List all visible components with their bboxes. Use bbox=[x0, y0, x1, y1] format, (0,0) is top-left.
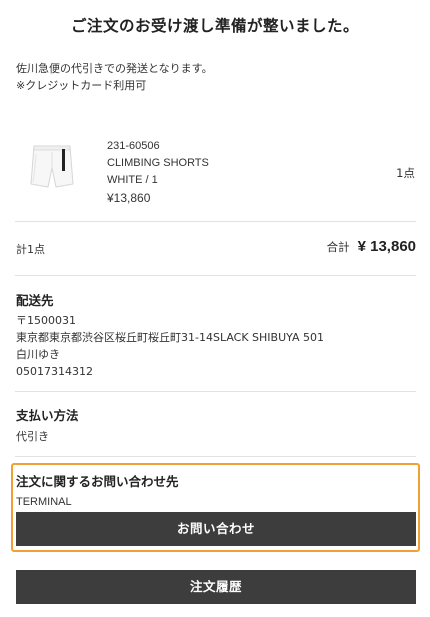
recipient-phone: 05017314312 bbox=[16, 365, 93, 378]
divider bbox=[15, 456, 416, 457]
product-quantity: 1点 bbox=[396, 166, 415, 180]
total-amount: ¥ 13,860 bbox=[357, 238, 416, 255]
shipping-note: 佐川急便の代引きでの発送となります。 ※クレジットカード利用可 bbox=[16, 60, 213, 94]
recipient-name: 白川ゆき bbox=[16, 348, 60, 361]
page-title: ご注文のお受け渡し準備が整いました。 bbox=[70, 17, 359, 35]
delivery-address-block: 〒1500031 東京都東京都渋谷区桜丘町桜丘町31-14SLACK SHIBU… bbox=[16, 312, 324, 380]
divider bbox=[15, 221, 416, 222]
item-count: 計1点 bbox=[16, 243, 45, 256]
postal-code: 〒1500031 bbox=[16, 314, 76, 327]
product-image[interactable] bbox=[24, 140, 80, 194]
total-label: 合計 bbox=[326, 240, 350, 254]
order-history-button[interactable]: 注文履歴 bbox=[16, 570, 416, 604]
delivery-address: 東京都東京都渋谷区桜丘町桜丘町31-14SLACK SHIBUYA 501 bbox=[16, 331, 325, 344]
payment-method: 代引き bbox=[16, 430, 49, 443]
inquiry-company: TERMINAL bbox=[16, 496, 72, 508]
delivery-heading: 配送先 bbox=[16, 293, 54, 308]
product-info: 231-60506 CLIMBING SHORTS WHITE / 1 ¥13,… bbox=[107, 138, 209, 207]
divider bbox=[15, 391, 416, 392]
product-price: ¥13,860 bbox=[107, 191, 151, 205]
shipping-method-text: 佐川急便の代引きでの発送となります。 bbox=[16, 62, 213, 75]
credit-card-note: ※クレジットカード利用可 bbox=[16, 79, 147, 92]
divider bbox=[15, 275, 416, 276]
inquiry-heading: 注文に関するお問い合わせ先 bbox=[16, 474, 179, 489]
product-code: 231-60506 bbox=[107, 140, 160, 152]
contact-button[interactable]: お問い合わせ bbox=[16, 512, 416, 546]
product-variant: WHITE / 1 bbox=[107, 174, 158, 186]
white-shorts-product-image bbox=[30, 145, 74, 188]
payment-heading: 支払い方法 bbox=[16, 408, 79, 423]
order-total: 合計 ¥ 13,860 bbox=[327, 238, 416, 255]
product-name[interactable]: CLIMBING SHORTS bbox=[107, 155, 209, 172]
